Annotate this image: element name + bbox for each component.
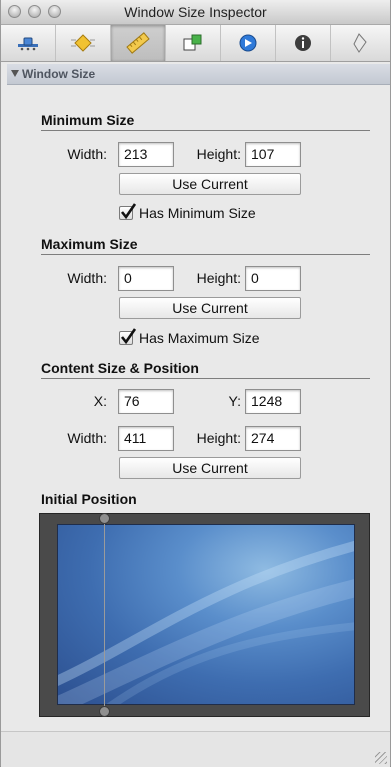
position-top-handle[interactable] xyxy=(99,513,110,524)
min-use-current-button[interactable]: Use Current xyxy=(119,173,301,195)
min-size-divider xyxy=(41,130,370,131)
initial-position-heading: Initial Position xyxy=(41,491,137,507)
initial-position-screen[interactable] xyxy=(39,513,370,717)
title-bar[interactable]: Window Size Inspector xyxy=(1,0,390,25)
content-height-label: Height: xyxy=(196,430,241,446)
max-width-label: Width: xyxy=(67,270,107,286)
content-use-current-button[interactable]: Use Current xyxy=(119,457,301,479)
inspector-window: Window Size Inspector Window Size Minimu… xyxy=(0,0,391,767)
desktop-preview-image xyxy=(57,524,355,705)
checkbox-icon xyxy=(119,203,137,220)
size-ruler-icon xyxy=(126,32,150,54)
has-max-size-label: Has Maximum Size xyxy=(139,330,260,346)
max-height-label: Height: xyxy=(196,270,241,286)
tab-applescript[interactable] xyxy=(331,25,386,61)
tab-identity[interactable] xyxy=(276,25,331,61)
content-height-field[interactable]: 274 xyxy=(245,426,301,451)
min-width-label: Width: xyxy=(67,146,107,162)
tab-attributes[interactable] xyxy=(1,25,56,61)
panel-title: Window Size xyxy=(22,67,96,81)
identity-info-icon xyxy=(295,35,311,51)
checkmark-icon xyxy=(120,203,137,220)
min-height-field[interactable]: 107 xyxy=(245,142,301,167)
content-size-heading: Content Size & Position xyxy=(41,360,199,376)
content-y-label: Y: xyxy=(228,393,241,409)
content-x-label: X: xyxy=(93,393,107,409)
min-width-field[interactable]: 213 xyxy=(118,142,174,167)
max-use-current-button[interactable]: Use Current xyxy=(119,297,301,319)
content-width-label: Width: xyxy=(67,430,107,446)
position-guide-line xyxy=(104,517,105,712)
checkmark-icon xyxy=(120,328,137,345)
applescript-icon xyxy=(352,33,367,53)
content-width-field[interactable]: 411 xyxy=(118,426,174,451)
max-size-divider xyxy=(41,254,370,255)
effects-icon xyxy=(71,34,95,52)
tab-bindings[interactable] xyxy=(221,25,276,61)
status-bar xyxy=(1,731,390,767)
max-size-heading: Maximum Size xyxy=(41,236,138,252)
attributes-icon xyxy=(18,37,38,51)
resize-grip-icon[interactable] xyxy=(375,752,387,764)
window-size-disclosure[interactable]: Window Size xyxy=(7,64,390,85)
min-height-label: Height: xyxy=(196,146,241,162)
min-size-heading: Minimum Size xyxy=(41,112,135,128)
tab-connections[interactable] xyxy=(166,25,221,61)
position-bottom-handle[interactable] xyxy=(99,706,110,717)
has-min-size-checkbox[interactable]: Has Minimum Size xyxy=(119,203,256,221)
bindings-icon xyxy=(239,34,257,52)
window-title: Window Size Inspector xyxy=(124,4,267,20)
tab-effects[interactable] xyxy=(56,25,111,61)
disclosure-triangle-icon xyxy=(11,70,19,78)
inspector-toolbar xyxy=(1,25,390,62)
content-x-field[interactable]: 76 xyxy=(118,389,174,414)
max-height-field[interactable]: 0 xyxy=(245,266,301,291)
has-max-size-checkbox[interactable]: Has Maximum Size xyxy=(119,328,260,346)
tab-size[interactable] xyxy=(111,25,166,61)
has-min-size-label: Has Minimum Size xyxy=(139,205,256,221)
content-y-field[interactable]: 1248 xyxy=(245,389,301,414)
max-width-field[interactable]: 0 xyxy=(118,266,174,291)
content-size-divider xyxy=(41,378,370,379)
connections-icon xyxy=(183,34,202,51)
checkbox-icon xyxy=(119,328,137,345)
desktop-wallpaper xyxy=(58,540,354,704)
